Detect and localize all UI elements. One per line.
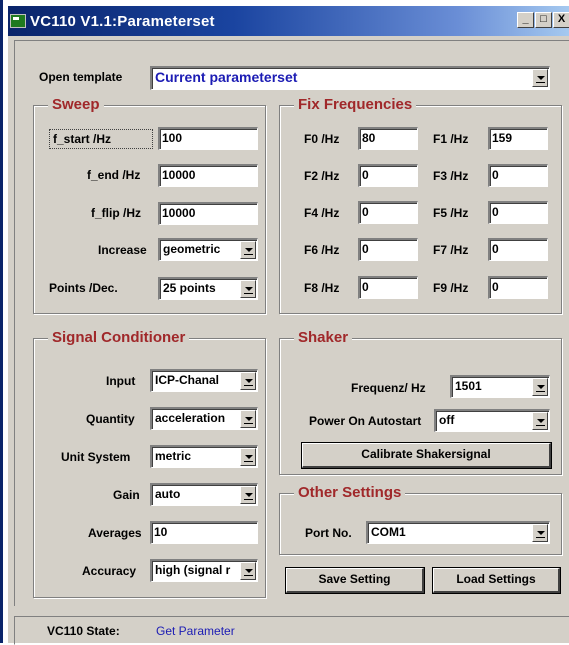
f9-input[interactable]: 0 (488, 276, 548, 299)
increase-select-value: geometric (163, 242, 221, 256)
f-end-label: f_end /Hz (87, 168, 141, 182)
accuracy-select-value: high (signal r (155, 563, 231, 577)
quantity-dropdown-arrow-icon[interactable] (240, 410, 256, 428)
f0-input[interactable]: 80 (358, 127, 418, 150)
f9-label: F9 /Hz (433, 281, 469, 295)
f1-input[interactable]: 159 (488, 127, 548, 150)
input-label: Input (106, 374, 136, 388)
f2-input[interactable]: 0 (358, 164, 418, 187)
power-on-autostart-arrow-icon[interactable] (532, 412, 548, 430)
input-dropdown-arrow-icon[interactable] (240, 372, 256, 390)
title-bar[interactable]: VC110 V1.1:Parameterset _ □ X (8, 6, 569, 36)
load-settings-button[interactable]: Load Settings (433, 568, 560, 593)
template-select-value: Current parameterset (155, 69, 298, 85)
points-label: Points /Dec. (49, 281, 118, 295)
minimize-button[interactable]: _ (517, 12, 534, 28)
frequenz-select[interactable]: 1501 (450, 375, 550, 398)
f8-input[interactable]: 0 (358, 276, 418, 299)
power-on-autostart-select[interactable]: off (434, 409, 550, 432)
gain-select[interactable]: auto (150, 483, 258, 506)
points-dropdown-arrow-icon[interactable] (240, 280, 256, 298)
f6-input[interactable]: 0 (358, 238, 418, 261)
points-select[interactable]: 25 points (158, 277, 258, 300)
calibrate-shakersignal-button[interactable]: Calibrate Shakersignal (302, 443, 551, 468)
f1-label: F1 /Hz (433, 132, 469, 146)
parameterset-window: VC110 V1.1:Parameterset _ □ X Open templ… (6, 4, 569, 645)
title-buttons: _ □ X (517, 12, 569, 28)
template-label: Open template (39, 70, 123, 84)
f-end-input[interactable]: 10000 (158, 164, 258, 187)
increase-label: Increase (98, 243, 147, 257)
port-dropdown-arrow-icon[interactable] (532, 524, 548, 542)
unit-system-label: Unit System (61, 450, 131, 464)
port-label: Port No. (305, 526, 352, 540)
frequenz-label: Frequenz/ Hz (351, 381, 426, 395)
port-select-value: COM1 (371, 525, 406, 539)
fix-frequencies-title: Fix Frequencies (294, 96, 417, 113)
f3-label: F3 /Hz (433, 169, 469, 183)
accuracy-dropdown-arrow-icon[interactable] (240, 562, 256, 580)
status-label: VC110 State: (47, 624, 120, 638)
maximize-button[interactable]: □ (535, 12, 552, 28)
f-start-input[interactable]: 100 (158, 127, 258, 150)
f6-label: F6 /Hz (304, 243, 340, 257)
averages-input[interactable]: 10 (150, 521, 258, 544)
close-button[interactable]: X (553, 12, 569, 28)
increase-dropdown-arrow-icon[interactable] (240, 241, 256, 259)
app-icon[interactable] (10, 14, 26, 28)
f8-label: F8 /Hz (304, 281, 340, 295)
quantity-select[interactable]: acceleration (150, 407, 258, 430)
window-title: VC110 V1.1:Parameterset (30, 12, 215, 30)
status-bar: VC110 State: Get Parameter (14, 616, 569, 645)
f0-label: F0 /Hz (304, 132, 340, 146)
f5-label: F5 /Hz (433, 206, 469, 220)
unit-system-dropdown-arrow-icon[interactable] (240, 448, 256, 466)
input-select[interactable]: ICP-Chanal (150, 369, 258, 392)
quantity-label: Quantity (86, 412, 135, 426)
gain-select-value: auto (155, 487, 181, 501)
f4-label: F4 /Hz (304, 206, 340, 220)
points-select-value: 25 points (163, 281, 216, 295)
f-flip-label: f_flip /Hz (91, 206, 141, 220)
accuracy-select[interactable]: high (signal r (150, 559, 258, 582)
signal-conditioner-title: Signal Conditioner (48, 329, 190, 346)
f2-label: F2 /Hz (304, 169, 340, 183)
f7-input[interactable]: 0 (488, 238, 548, 261)
shaker-title: Shaker (294, 329, 353, 346)
template-select[interactable]: Current parameterset (150, 66, 550, 90)
f3-input[interactable]: 0 (488, 164, 548, 187)
frequenz-dropdown-arrow-icon[interactable] (532, 378, 548, 396)
save-setting-button[interactable]: Save Setting (286, 568, 424, 593)
sweep-title: Sweep (48, 96, 104, 113)
status-value: Get Parameter (156, 624, 235, 638)
increase-select[interactable]: geometric (158, 238, 258, 261)
f5-input[interactable]: 0 (488, 201, 548, 224)
unit-system-select-value: metric (155, 449, 192, 463)
averages-label: Averages (88, 526, 142, 540)
quantity-select-value: acceleration (155, 411, 226, 425)
f-start-label: f_start /Hz (53, 132, 112, 146)
template-dropdown-arrow-icon[interactable] (532, 69, 548, 87)
other-settings-title: Other Settings (294, 484, 406, 501)
gain-dropdown-arrow-icon[interactable] (240, 486, 256, 504)
input-select-value: ICP-Chanal (155, 373, 220, 387)
unit-system-select[interactable]: metric (150, 445, 258, 468)
f4-input[interactable]: 0 (358, 201, 418, 224)
power-on-autostart-label: Power On Autostart (309, 414, 422, 428)
dialog-body: Open template Current parameterset Sweep… (14, 40, 569, 606)
power-on-autostart-value: off (439, 413, 455, 427)
gain-label: Gain (113, 488, 140, 502)
f7-label: F7 /Hz (433, 243, 469, 257)
port-select[interactable]: COM1 (366, 521, 550, 544)
accuracy-label: Accuracy (82, 564, 137, 578)
frequenz-select-value: 1501 (455, 379, 482, 393)
f-flip-input[interactable]: 10000 (158, 202, 258, 225)
